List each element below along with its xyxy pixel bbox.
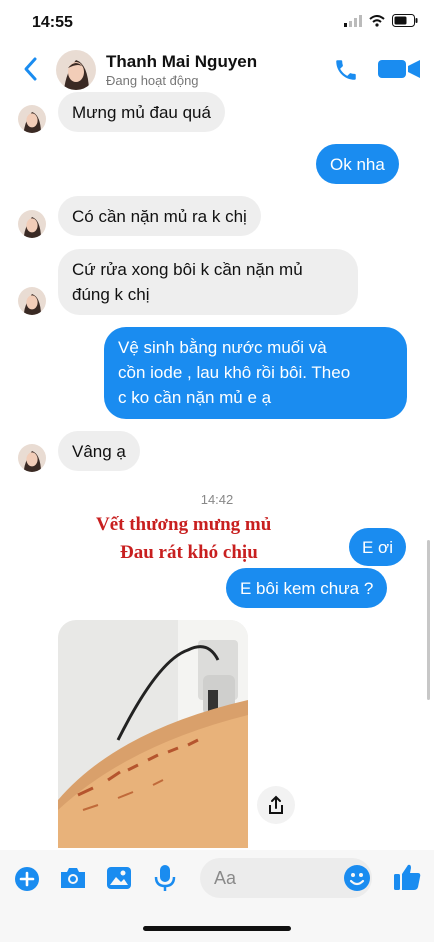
camera-icon[interactable]	[59, 866, 87, 890]
message-line: Cứ rửa xong bôi k cần nặn mủ	[72, 260, 303, 279]
message-bubble-incoming[interactable]: Vâng ạ	[58, 431, 140, 471]
scrollbar[interactable]	[427, 540, 430, 700]
message-bubble-outgoing[interactable]: E ơi	[349, 528, 406, 566]
message-line: c ko cần nặn mủ e ạ	[118, 388, 272, 407]
home-indicator	[143, 926, 291, 931]
signal-icon	[344, 14, 362, 27]
message-bubble-incoming[interactable]: Mưng mủ đau quá	[58, 92, 225, 132]
message-text: Có cần nặn mủ ra k chị	[72, 207, 247, 226]
message-text: Mưng mủ đau quá	[72, 103, 211, 122]
message-text: E bôi kem chưa ?	[240, 579, 374, 598]
contact-name[interactable]: Thanh Mai Nguyen	[106, 52, 257, 72]
share-icon	[269, 795, 283, 814]
message-bubble-incoming[interactable]: Cứ rửa xong bôi k cần nặn mủ đúng k chị	[58, 249, 358, 315]
wifi-icon	[369, 14, 385, 27]
photo-attachment[interactable]	[58, 620, 248, 848]
message-line: Vệ sinh bằng nước muối và	[118, 338, 327, 357]
image-icon[interactable]	[106, 865, 132, 891]
message-line: cồn iode , lau khô rồi bôi. Theo	[118, 363, 351, 382]
contact-avatar-small	[18, 444, 46, 472]
message-bubble-outgoing[interactable]: E bôi kem chưa ?	[226, 568, 388, 608]
chevron-left-icon[interactable]	[20, 55, 42, 83]
share-button[interactable]	[257, 786, 295, 824]
thumbs-up-icon[interactable]	[392, 862, 422, 892]
contact-avatar[interactable]	[56, 50, 96, 90]
message-input-placeholder: Aa	[214, 868, 237, 888]
contact-avatar-small	[18, 210, 46, 238]
microphone-icon[interactable]	[154, 864, 176, 892]
video-camera-icon[interactable]	[378, 58, 422, 80]
message-text: E ơi	[362, 538, 393, 557]
presence-status: Đang hoạt động	[106, 73, 199, 88]
emoji-icon[interactable]	[343, 864, 371, 892]
phone-icon[interactable]	[333, 57, 359, 83]
contact-avatar-small	[18, 105, 46, 133]
plus-icon[interactable]	[14, 866, 40, 892]
message-bubble-outgoing[interactable]: Vệ sinh bằng nước muối và cồn iode , lau…	[104, 327, 407, 419]
message-bubble-incoming[interactable]: Có cần nặn mủ ra k chị	[58, 196, 261, 236]
time-separator: 14:42	[200, 492, 234, 507]
message-bubble-outgoing[interactable]: Ok nha	[316, 144, 399, 184]
message-line: đúng k chị	[72, 285, 150, 304]
overlay-caption-line1: Vết thương mưng mủ	[96, 514, 272, 535]
status-icons	[344, 14, 418, 27]
overlay-caption-line2: Đau rát khó chịu	[120, 542, 258, 563]
message-text: Ok nha	[330, 155, 385, 174]
contact-avatar-small	[18, 287, 46, 315]
status-time: 14:55	[32, 14, 73, 31]
message-text: Vâng ạ	[72, 442, 126, 461]
battery-icon	[392, 14, 418, 27]
